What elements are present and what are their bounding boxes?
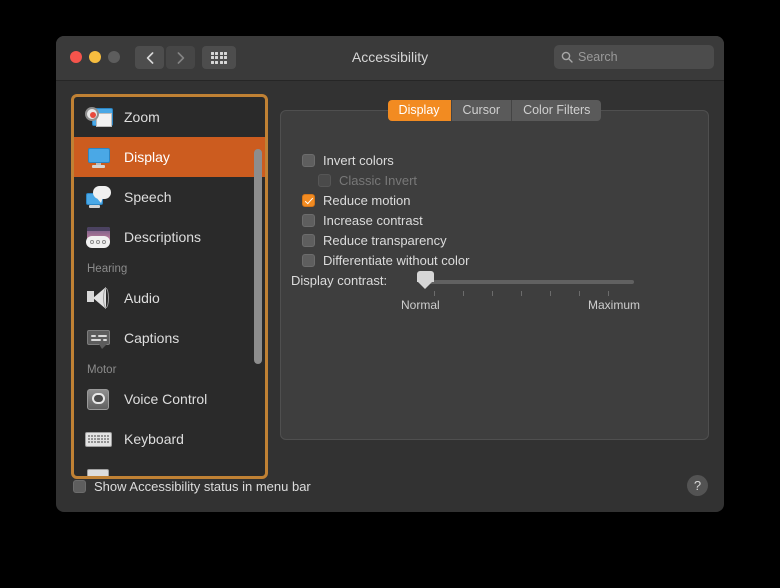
checkbox-label: Classic Invert — [339, 172, 418, 188]
checkbox-row-reduce-motion[interactable]: Reduce motion — [302, 190, 469, 210]
speech-icon — [84, 185, 113, 210]
window-body: Zoom Display Speech Descriptions Hearing… — [56, 81, 724, 512]
checkbox-row-differentiate-without-color[interactable]: Differentiate without color — [302, 250, 469, 270]
sidebar-scrollbar-thumb[interactable] — [254, 149, 262, 364]
sidebar-group-hearing: Hearing — [87, 263, 128, 275]
sidebar: Zoom Display Speech Descriptions Hearing… — [71, 94, 268, 479]
sidebar-scroll-area[interactable]: Zoom Display Speech Descriptions Hearing… — [74, 97, 265, 476]
checkbox-differentiate-without-color[interactable] — [302, 253, 315, 267]
checkbox-row-increase-contrast[interactable]: Increase contrast — [302, 210, 469, 230]
checkbox-label: Show Accessibility status in menu bar — [94, 479, 311, 494]
checkbox-row-invert-colors[interactable]: Invert colors — [302, 150, 469, 170]
slider-max-label: Maximum — [588, 298, 641, 312]
sidebar-item-audio[interactable]: Audio — [74, 278, 265, 318]
footer-bar: Show Accessibility status in menu bar ? — [56, 465, 724, 512]
sidebar-item-display[interactable]: Display — [74, 137, 265, 177]
tab-bar: Display Cursor Color Filters — [280, 100, 709, 121]
checkbox-reduce-transparency[interactable] — [302, 233, 315, 247]
main-content: Display Cursor Color Filters Invert colo… — [280, 94, 709, 479]
slider-track[interactable] — [421, 280, 634, 284]
checkbox-show-accessibility-status[interactable] — [73, 480, 86, 493]
sidebar-item-label: Captions — [124, 330, 180, 346]
sidebar-item-speech[interactable]: Speech — [74, 177, 265, 217]
checkbox-row-menu-bar-status[interactable]: Show Accessibility status in menu bar — [73, 479, 311, 494]
tab-display[interactable]: Display — [387, 100, 452, 121]
search-field[interactable] — [554, 45, 714, 69]
slider-min-label: Normal — [401, 298, 440, 312]
title-bar: Accessibility — [56, 36, 724, 81]
sidebar-item-keyboard[interactable]: Keyboard — [74, 419, 265, 459]
checkbox-row-classic-invert: Classic Invert — [302, 170, 469, 190]
audio-icon — [84, 286, 113, 311]
sidebar-scrollbar[interactable] — [254, 101, 262, 472]
sidebar-item-label: Audio — [124, 290, 160, 306]
search-input[interactable] — [578, 50, 707, 64]
sidebar-item-descriptions[interactable]: Descriptions — [74, 217, 265, 257]
checkbox-reduce-motion[interactable] — [302, 193, 315, 207]
checkbox-label: Reduce motion — [323, 192, 411, 208]
voice-control-icon — [84, 387, 113, 412]
checkbox-increase-contrast[interactable] — [302, 213, 315, 227]
keyboard-icon — [84, 427, 113, 452]
slider-label: Display contrast: — [291, 273, 388, 288]
display-settings-panel: Invert colors Classic Invert Reduce moti… — [280, 110, 709, 440]
search-icon — [561, 51, 573, 63]
captions-icon — [84, 326, 113, 351]
sidebar-item-label: Display — [124, 149, 170, 165]
checkbox-label: Invert colors — [323, 152, 394, 168]
checkbox-label: Increase contrast — [323, 212, 423, 228]
checkbox-row-reduce-transparency[interactable]: Reduce transparency — [302, 230, 469, 250]
checkbox-classic-invert — [318, 173, 331, 187]
descriptions-icon — [84, 225, 113, 250]
display-icon — [84, 145, 113, 170]
tab-cursor[interactable]: Cursor — [451, 100, 513, 121]
sidebar-item-voice-control[interactable]: Voice Control — [74, 379, 265, 419]
sidebar-item-label: Keyboard — [124, 431, 184, 447]
sidebar-item-zoom[interactable]: Zoom — [74, 97, 265, 137]
sidebar-item-label: Zoom — [124, 109, 160, 125]
slider-knob[interactable] — [417, 271, 434, 289]
checkbox-label: Reduce transparency — [323, 232, 447, 248]
sidebar-item-captions[interactable]: Captions — [74, 318, 265, 358]
tab-color-filters[interactable]: Color Filters — [512, 100, 602, 121]
checkbox-label: Differentiate without color — [323, 252, 470, 268]
sidebar-item-label: Descriptions — [124, 229, 202, 245]
sidebar-item-label: Voice Control — [124, 391, 208, 407]
sidebar-group-motor: Motor — [87, 364, 117, 376]
sidebar-item-label: Speech — [124, 189, 172, 205]
zoom-icon — [84, 105, 113, 130]
checkbox-invert-colors[interactable] — [302, 153, 315, 167]
display-options-list: Invert colors Classic Invert Reduce moti… — [302, 150, 469, 270]
accessibility-preferences-window: Accessibility Zoom — [56, 36, 724, 512]
help-button[interactable]: ? — [687, 475, 708, 496]
